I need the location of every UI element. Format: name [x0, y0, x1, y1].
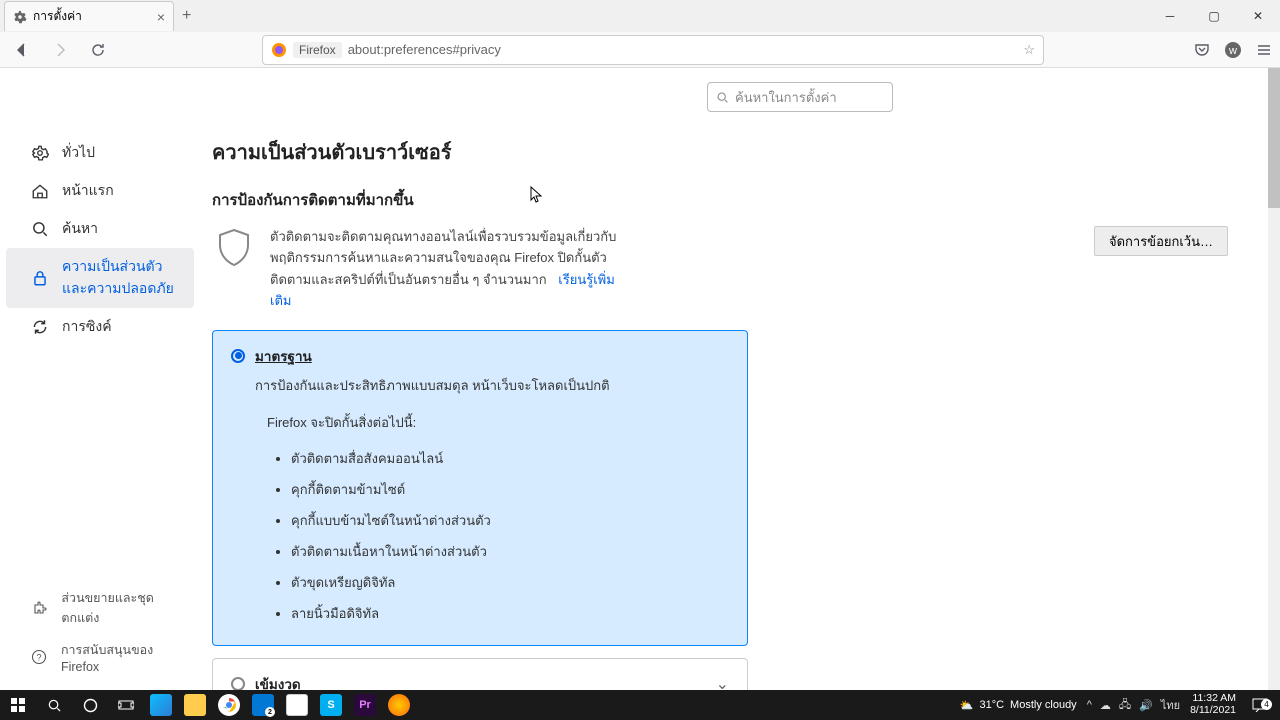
shield-icon	[212, 226, 256, 270]
account-icon[interactable]: w	[1224, 41, 1242, 59]
taskbar-weather[interactable]: ⛅ 31°C Mostly cloudy	[960, 699, 1077, 712]
system-tray[interactable]: ^ ☁ 🖧 🔊 ไทย	[1087, 696, 1180, 715]
puzzle-icon	[30, 598, 49, 618]
taskbar-app-edge[interactable]	[144, 690, 178, 720]
bookmark-star-icon[interactable]: ☆	[1023, 42, 1035, 58]
home-icon	[30, 181, 50, 201]
list-item: ตัวติดตามเนื้อหาในหน้าต่างส่วนตัว	[291, 536, 729, 567]
sidebar-label: ความเป็นส่วนตัวและความปลอดภัย	[62, 256, 182, 300]
pocket-icon[interactable]	[1194, 42, 1210, 58]
manage-exceptions-button[interactable]: จัดการข้อยกเว้น…	[1094, 226, 1228, 256]
settings-sidebar: ทั่วไป หน้าแรก ค้นหา ความเป็นส่วนตัวและค…	[0, 68, 200, 690]
svg-text:?: ?	[37, 653, 42, 663]
volume-icon[interactable]: 🔊	[1139, 699, 1153, 712]
section-heading: การป้องกันการติดตามที่มากขึ้น	[212, 188, 1228, 212]
gear-icon	[13, 10, 27, 24]
chevron-down-icon[interactable]: ⌄	[716, 674, 729, 690]
window-controls: ─ ▢ ✕	[1148, 0, 1280, 32]
gear-icon	[30, 143, 50, 163]
sidebar-item-privacy[interactable]: ความเป็นส่วนตัวและความปลอดภัย	[6, 248, 194, 308]
list-item: ลายนิ้วมือดิจิทัล	[291, 598, 729, 629]
sidebar-item-search[interactable]: ค้นหา	[0, 210, 200, 248]
sidebar-label: การซิงค์	[62, 316, 112, 338]
svg-text:w: w	[1228, 45, 1237, 57]
sidebar-item-home[interactable]: หน้าแรก	[0, 172, 200, 210]
option-description: การป้องกันและประสิทธิภาพแบบสมดุล หน้าเว็…	[255, 375, 729, 396]
protection-option-strict[interactable]: เข้มงวด ⌄ การป้องกันที่แกร่งขึ้น แต่อาจท…	[212, 658, 748, 690]
sidebar-item-general[interactable]: ทั่วไป	[0, 134, 200, 172]
lock-icon	[30, 268, 50, 288]
minimize-button[interactable]: ─	[1148, 0, 1192, 32]
taskbar-clock[interactable]: 11:32 AM 8/11/2021	[1190, 693, 1236, 716]
sidebar-item-sync[interactable]: การซิงค์	[0, 308, 200, 346]
weather-icon: ⛅	[960, 699, 974, 712]
notifications-icon[interactable]: 4	[1246, 698, 1274, 712]
sidebar-label: ส่วนขยายและชุดตกแต่ง	[61, 588, 188, 628]
search-placeholder: ค้นหาในการตั้งค่า	[735, 87, 837, 108]
search-icon	[716, 91, 729, 104]
taskbar-app-calendar[interactable]	[280, 690, 314, 720]
content-area: ทั่วไป หน้าแรก ค้นหา ความเป็นส่วนตัวและค…	[0, 68, 1268, 690]
option-subheading: Firefox จะปิดกั้นสิ่งต่อไปนี้:	[267, 412, 729, 433]
back-button[interactable]	[8, 36, 36, 64]
taskbar-search-icon[interactable]	[36, 690, 72, 720]
sidebar-item-support[interactable]: ? การสนับสนุนของ Firefox	[0, 634, 200, 680]
taskbar-app-firefox[interactable]	[382, 690, 416, 720]
browser-tab[interactable]: การตั้งค่า ×	[4, 1, 174, 31]
settings-main: ค้นหาในการตั้งค่า ความเป็นส่วนตัวเบราว์เ…	[200, 68, 1268, 690]
url-bar[interactable]: Firefox about:preferences#privacy ☆	[262, 35, 1044, 65]
firefox-icon	[271, 42, 287, 58]
onedrive-icon[interactable]: ☁	[1100, 699, 1111, 712]
toolbar: Firefox about:preferences#privacy ☆ w	[0, 32, 1280, 68]
list-item: ตัวขุดเหรียญดิจิทัล	[291, 567, 729, 598]
option-title: เข้มงวด	[255, 673, 301, 690]
sidebar-label: หน้าแรก	[62, 180, 114, 202]
list-item: คุกกี้ติดตามข้ามไซต์	[291, 474, 729, 505]
weather-temp: 31°C	[979, 699, 1004, 711]
radio-standard[interactable]	[231, 349, 245, 363]
tab-close-icon[interactable]: ×	[157, 9, 165, 25]
taskbar: 2 S Pr ⛅ 31°C Mostly cloudy ^ ☁ 🖧 🔊 ไทย …	[0, 690, 1280, 720]
taskbar-app-explorer[interactable]	[178, 690, 212, 720]
url-identity-label: Firefox	[293, 42, 342, 58]
maximize-button[interactable]: ▢	[1192, 0, 1236, 32]
menu-icon[interactable]	[1256, 42, 1272, 58]
sidebar-label: ค้นหา	[62, 218, 98, 240]
page-heading: ความเป็นส่วนตัวเบราว์เซอร์	[212, 136, 1228, 168]
sidebar-item-extensions[interactable]: ส่วนขยายและชุดตกแต่ง	[0, 582, 200, 634]
list-item: คุกกี้แบบข้ามไซต์ในหน้าต่างส่วนตัว	[291, 505, 729, 536]
intro-text: ตัวติดตามจะติดตามคุณทางออนไลน์เพื่อรวบรว…	[270, 226, 630, 312]
taskbar-app-mail[interactable]: 2	[246, 690, 280, 720]
network-icon[interactable]: 🖧	[1119, 696, 1131, 715]
option-title: มาตรฐาน	[255, 345, 312, 367]
search-icon	[30, 219, 50, 239]
radio-strict[interactable]	[231, 677, 245, 690]
forward-button[interactable]	[46, 36, 74, 64]
protection-option-standard[interactable]: มาตรฐาน การป้องกันและประสิทธิภาพแบบสมดุล…	[212, 330, 748, 646]
option-list: ตัวติดตามสื่อสังคมออนไลน์ คุกกี้ติดตามข้…	[291, 443, 729, 629]
task-view-icon[interactable]	[108, 690, 144, 720]
new-tab-button[interactable]: +	[182, 7, 191, 25]
settings-search-input[interactable]: ค้นหาในการตั้งค่า	[707, 82, 893, 112]
tab-title: การตั้งค่า	[33, 7, 82, 26]
taskbar-app-skype[interactable]: S	[314, 690, 348, 720]
url-text: about:preferences#privacy	[348, 42, 501, 57]
cortana-icon[interactable]	[72, 690, 108, 720]
scrollbar-thumb[interactable]	[1268, 68, 1280, 208]
sidebar-label: ทั่วไป	[62, 142, 95, 164]
sidebar-label: การสนับสนุนของ Firefox	[61, 640, 188, 674]
weather-text: Mostly cloudy	[1010, 699, 1077, 711]
language-indicator[interactable]: ไทย	[1161, 696, 1180, 714]
sync-icon	[30, 317, 50, 337]
taskbar-app-chrome[interactable]	[212, 690, 246, 720]
reload-button[interactable]	[84, 36, 112, 64]
close-button[interactable]: ✕	[1236, 0, 1280, 32]
chevron-up-icon[interactable]: ^	[1087, 699, 1092, 711]
taskbar-app-premiere[interactable]: Pr	[348, 690, 382, 720]
titlebar: การตั้งค่า × + ─ ▢ ✕	[0, 0, 1280, 32]
list-item: ตัวติดตามสื่อสังคมออนไลน์	[291, 443, 729, 474]
start-button[interactable]	[0, 690, 36, 720]
help-icon: ?	[30, 647, 49, 667]
scrollbar[interactable]	[1268, 68, 1280, 690]
